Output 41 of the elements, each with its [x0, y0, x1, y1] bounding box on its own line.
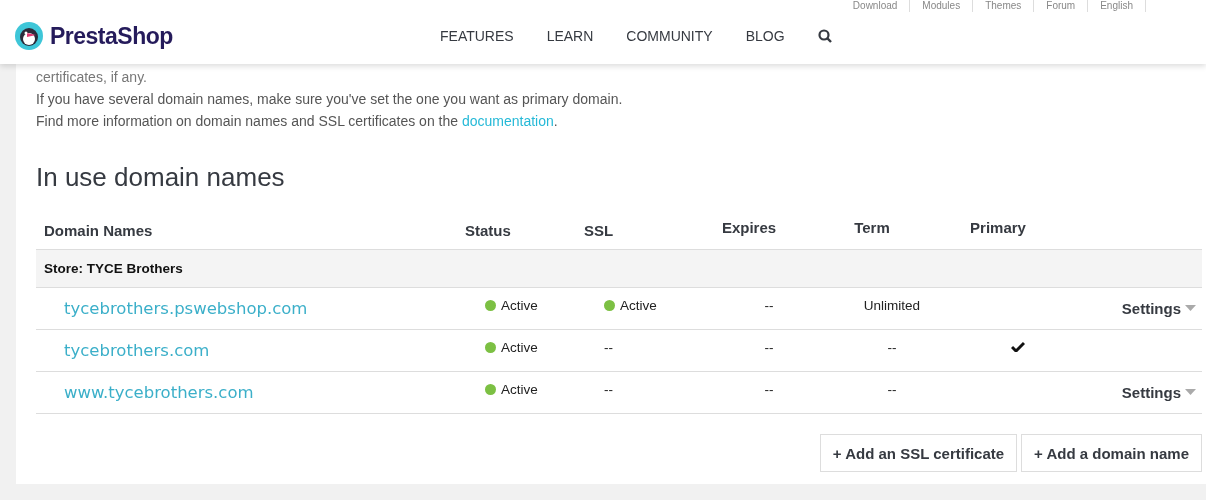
column-header: SSL	[584, 221, 615, 239]
caret-icon	[1185, 389, 1196, 396]
logo-text[interactable]: PrestaShop	[50, 22, 173, 50]
nav-link[interactable]: FEATURES	[440, 28, 514, 44]
puffin-logo-icon	[14, 21, 44, 51]
settings-dropdown[interactable]: Settings	[1121, 384, 1196, 401]
nav-link[interactable]: LEARN	[546, 28, 594, 44]
status-text: Active	[620, 298, 657, 313]
table-cell: --	[887, 340, 897, 355]
column-header: Primary	[969, 218, 1027, 236]
column-header: Domain Names	[43, 221, 154, 239]
add-button[interactable]: + Add an SSL certificate	[819, 434, 1018, 472]
top-link[interactable]: English	[1088, 0, 1146, 12]
status-text: Active	[501, 340, 538, 355]
top-link[interactable]: Forum	[1034, 0, 1089, 12]
status-text: Active	[501, 382, 538, 397]
top-link[interactable]: Themes	[973, 0, 1035, 12]
intro-text: If you have several domain names, make sure you've set the one you want as primary domain.	[36, 90, 624, 109]
nav-link[interactable]: BLOG	[745, 28, 785, 44]
settings-dropdown[interactable]: Settings	[1121, 300, 1196, 317]
top-link[interactable]: Modules	[910, 0, 974, 12]
table-cell: --	[604, 382, 613, 397]
section-title: In use domain names	[36, 162, 286, 193]
column-header: Term	[853, 218, 891, 236]
table-cell: --	[604, 340, 613, 355]
group-row: Store: TYCE Brothers	[36, 250, 1202, 288]
status-text: Active	[501, 298, 538, 313]
table-cell: --	[764, 382, 774, 397]
top-link[interactable]: Download	[840, 0, 911, 12]
caret-icon	[1185, 305, 1196, 312]
search-icon	[817, 29, 832, 43]
column-header: Expires	[720, 218, 778, 236]
add-button[interactable]: + Add a domain name	[1021, 434, 1202, 472]
table-cell: --	[764, 298, 774, 313]
intro-text: certificates, if any.	[36, 68, 148, 87]
table-cell: --	[764, 340, 774, 355]
column-header: Status	[465, 221, 512, 239]
table-cell: Unlimited	[863, 298, 921, 313]
nav-link[interactable]: COMMUNITY	[626, 28, 713, 44]
table-cell: --	[887, 382, 897, 397]
intro-text: Find more information on domain names and SSL certificates on the documentation.	[36, 112, 559, 131]
